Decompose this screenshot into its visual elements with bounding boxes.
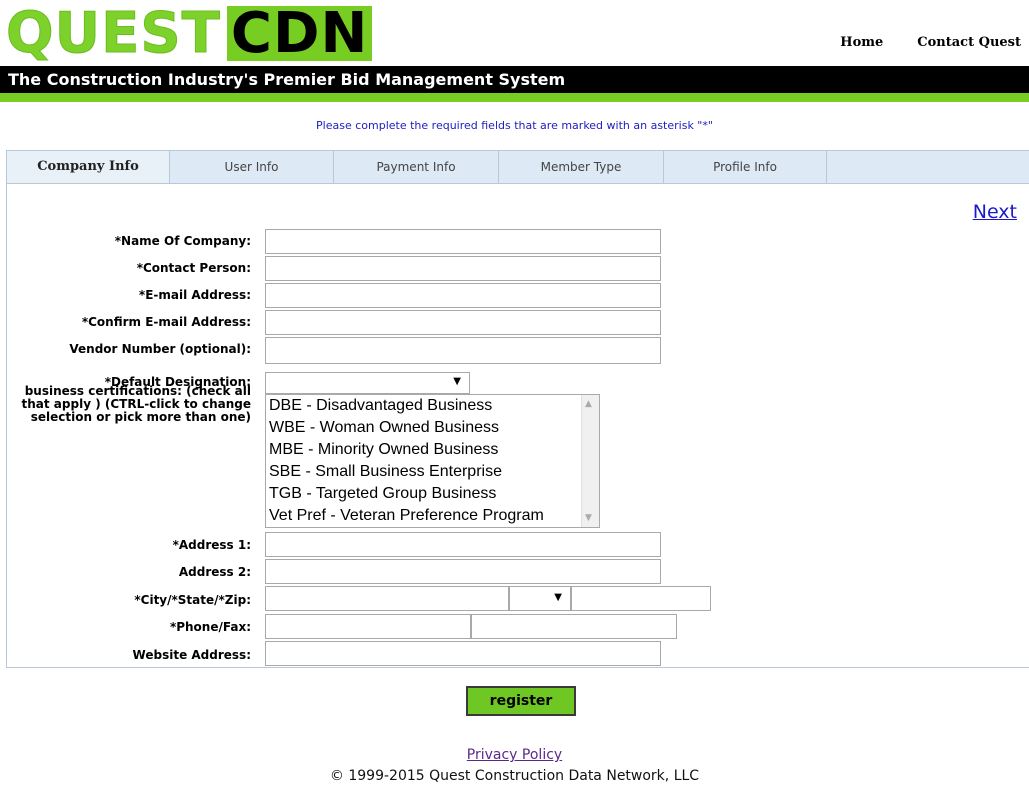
- certification-option[interactable]: MBE - Minority Owned Business: [266, 439, 599, 461]
- contact-person-label: *Contact Person:: [136, 261, 251, 275]
- company-name-input[interactable]: [265, 229, 661, 254]
- website-input[interactable]: [265, 641, 661, 666]
- tab-company-info[interactable]: Company Info: [7, 151, 170, 183]
- copyright-text: © 1999-2015 Quest Construction Data Netw…: [329, 768, 700, 784]
- certifications-label: business certifications: (check all that…: [21, 384, 251, 424]
- dropdown-arrow-icon: ▼: [554, 592, 562, 603]
- email-label: *E-mail Address:: [138, 288, 251, 302]
- form-tabs: Company Info User Info Payment Info Memb…: [7, 151, 1029, 184]
- certifications-listbox[interactable]: DBE - Disadvantaged Business WBE - Woman…: [265, 394, 600, 528]
- default-designation-select[interactable]: ▼: [265, 372, 470, 394]
- tab-payment-info[interactable]: Payment Info: [334, 151, 499, 183]
- next-link[interactable]: Next: [973, 201, 1017, 223]
- fax-input[interactable]: [471, 614, 677, 639]
- logo-quest-text: QUEST: [6, 1, 221, 66]
- quest-cdn-logo: QUEST CDN: [6, 1, 373, 66]
- website-label: Website Address:: [132, 648, 251, 662]
- address2-input[interactable]: [265, 559, 661, 584]
- privacy-policy-link[interactable]: Privacy Policy: [0, 747, 1029, 763]
- required-fields-notice: Please complete the required fields that…: [316, 119, 713, 132]
- tab-profile-info[interactable]: Profile Info: [664, 151, 827, 183]
- city-state-zip-label: *City/*State/*Zip:: [134, 593, 251, 607]
- dropdown-arrow-icon: ▼: [453, 376, 461, 387]
- confirm-email-input[interactable]: [265, 310, 661, 335]
- company-name-label: *Name Of Company:: [114, 234, 251, 248]
- home-link[interactable]: Home: [840, 35, 883, 50]
- certification-option[interactable]: DBE - Disadvantaged Business: [266, 395, 599, 417]
- tab-user-info[interactable]: User Info: [170, 151, 334, 183]
- scroll-up-icon[interactable]: ▲: [585, 399, 592, 409]
- listbox-scrollbar[interactable]: ▲ ▼: [581, 395, 599, 527]
- top-navigation: Home Contact Quest: [840, 35, 1021, 50]
- city-input[interactable]: [265, 586, 509, 611]
- certification-option[interactable]: SBE - Small Business Enterprise: [266, 461, 599, 483]
- contact-person-input[interactable]: [265, 256, 661, 281]
- tagline-banner: The Construction Industry's Premier Bid …: [0, 66, 1029, 93]
- address2-label: Address 2:: [178, 565, 251, 579]
- logo-cdn-text: CDN: [226, 6, 373, 62]
- registration-form: Company Info User Info Payment Info Memb…: [6, 150, 1029, 668]
- zip-input[interactable]: [571, 586, 711, 611]
- confirm-email-label: *Confirm E-mail Address:: [81, 315, 251, 329]
- vendor-number-label: Vendor Number (optional):: [69, 342, 251, 356]
- phone-input[interactable]: [265, 614, 471, 639]
- green-divider: [0, 93, 1029, 102]
- phone-fax-label: *Phone/Fax:: [169, 620, 251, 634]
- scroll-down-icon[interactable]: ▼: [585, 513, 592, 523]
- register-button[interactable]: register: [466, 686, 576, 716]
- state-select[interactable]: ▼: [509, 586, 571, 611]
- certification-option[interactable]: Vet Pref - Veteran Preference Program: [266, 505, 599, 527]
- tab-member-type[interactable]: Member Type: [499, 151, 664, 183]
- address1-input[interactable]: [265, 532, 661, 557]
- certification-option[interactable]: WBE - Woman Owned Business: [266, 417, 599, 439]
- contact-quest-link[interactable]: Contact Quest: [917, 35, 1021, 50]
- vendor-number-input[interactable]: [265, 337, 661, 364]
- address1-label: *Address 1:: [172, 538, 251, 552]
- email-input[interactable]: [265, 283, 661, 308]
- certification-option[interactable]: TGB - Targeted Group Business: [266, 483, 599, 505]
